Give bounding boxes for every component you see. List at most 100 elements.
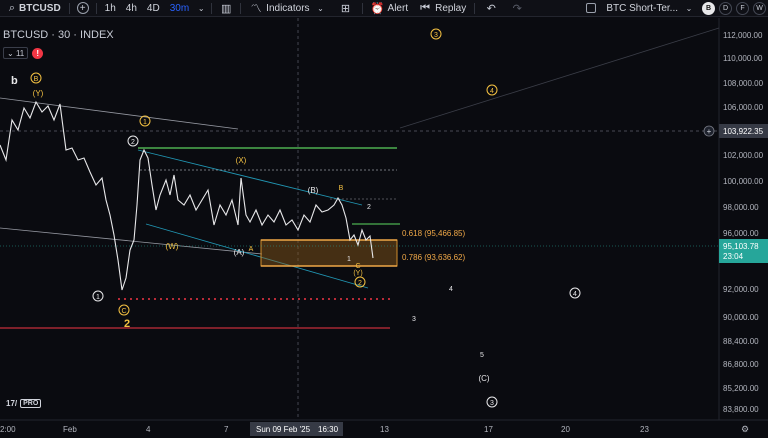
wave-label-C-paren[interactable]: (C) (478, 374, 489, 383)
wave-label-1-circ-low[interactable]: 1 (96, 294, 100, 301)
indicators-label: Indicators (266, 2, 310, 14)
layout-name: BTC Short-Ter... (606, 2, 678, 14)
wave-label-B-paren[interactable]: (B) (308, 186, 319, 195)
wave-label-1-circ-top[interactable]: 1 (143, 119, 147, 126)
badge-w[interactable]: W (753, 1, 766, 15)
replay-icon: ⏮ (420, 1, 431, 14)
wave-label-b[interactable]: b (11, 75, 18, 87)
wave-label-Y-paren-2[interactable]: (Y) (353, 270, 362, 277)
wave-label-B[interactable]: B (339, 185, 344, 192)
wave-label-3-circ-top[interactable]: 3 (434, 32, 438, 39)
price-label: 90,000.00 (723, 313, 759, 322)
indicator-toggle[interactable]: ⌄ 11 ! (3, 47, 44, 59)
wave-label-2-small[interactable]: 2 (367, 204, 371, 211)
price-label: 102,000.00 (723, 151, 764, 160)
time-label: 7 (224, 425, 229, 434)
timeframe-30m[interactable]: 30m (165, 0, 194, 16)
wave-label-C-circ[interactable]: C (121, 308, 126, 315)
wave-label-A-paren[interactable]: (A) (234, 248, 245, 257)
warning-icon[interactable]: ! (32, 47, 44, 59)
timeframe-1h[interactable]: 1h (100, 0, 121, 16)
price-label: 98,000.00 (723, 203, 759, 212)
timeframe-4d[interactable]: 4D (142, 0, 165, 16)
price-label: 88,400.00 (723, 337, 759, 346)
undo-icon[interactable]: ↶ (484, 1, 498, 15)
layout-selector[interactable]: BTC Short-Ter... ⌄ (582, 1, 700, 15)
trendline-faint[interactable] (399, 27, 720, 129)
time-label: 2:00 (0, 425, 16, 434)
tv-logo-icon: 17/ (6, 399, 18, 408)
badge-f[interactable]: F (736, 1, 749, 15)
price-label: 106,000.00 (723, 103, 764, 112)
wave-label-Y-paren[interactable]: (Y) (33, 89, 44, 98)
time-label: 4 (146, 425, 151, 434)
badge-d[interactable]: D (719, 1, 732, 15)
wave-label-4-small[interactable]: 4 (449, 286, 453, 293)
candles-icon[interactable]: ▥ (219, 1, 233, 15)
wave-label-4-circ-top[interactable]: 4 (490, 88, 494, 95)
wave-label-3-small[interactable]: 3 (412, 316, 416, 323)
price-label: 96,000.00 (723, 229, 759, 238)
top-toolbar: ⌕ BTCUSD + 1h 4h 4D 30m ⌄ ▥ 〽 Indicators… (0, 0, 768, 17)
add-symbol-icon[interactable]: + (76, 2, 89, 14)
wave-label-B-circ[interactable]: B (34, 76, 39, 83)
price-label: 108,000.00 (723, 79, 764, 88)
wave-label-A[interactable]: A (249, 246, 254, 253)
chart-canvas[interactable]: 0.618 (95,466.85) 0.786 (93,636.62) b B … (0, 18, 768, 438)
wave-label-2-circ[interactable]: 2 (131, 139, 135, 146)
time-axis[interactable]: 2:00 Feb 4 7 Sun 09 Feb '25 16:30 13 17 … (0, 422, 749, 436)
crosshair-clock: 16:30 (318, 425, 339, 434)
alert-button[interactable]: ⏰ Alert (366, 0, 414, 16)
price-label: 110,000.00 (723, 54, 763, 63)
trendline-lower[interactable] (0, 227, 263, 255)
time-label: 20 (561, 425, 570, 434)
last-price: 95,103.78 (723, 242, 759, 251)
search-icon: ⌕ (8, 1, 16, 14)
wave-label-1-small[interactable]: 1 (347, 256, 351, 263)
redo-icon[interactable]: ↷ (510, 1, 524, 15)
wave-label-W-paren[interactable]: (W) (166, 242, 179, 251)
layout-checkbox[interactable] (586, 3, 597, 13)
badge-b[interactable]: B (702, 1, 715, 15)
wave-label-C[interactable]: C (355, 263, 360, 270)
fib-786-label: 0.786 (93,636.62) (402, 253, 465, 262)
chevron-down-icon[interactable]: ⌄ (194, 1, 208, 15)
chevron-down-icon: ⌄ (317, 3, 324, 13)
indicator-count-value: 11 (15, 48, 25, 58)
time-label: 13 (380, 425, 389, 434)
price-label: 92,000.00 (723, 285, 759, 294)
symbol-search[interactable]: ⌕ BTCUSD (0, 0, 66, 16)
chart-pane[interactable]: 0.618 (95,466.85) 0.786 (93,636.62) b B … (0, 18, 768, 438)
wave-label-X-paren[interactable]: (X) (236, 156, 247, 165)
replay-button[interactable]: ⏮ Replay (413, 0, 471, 16)
chevron-down-icon: ⌄ (685, 3, 693, 13)
crosshair-date: Sun 09 Feb '25 (256, 425, 311, 434)
price-label: 100,000.00 (723, 177, 764, 186)
crosshair-price: 103,922.35 (723, 127, 764, 136)
wave-label-2-big[interactable]: 2 (124, 318, 130, 330)
price-label: 85,200.00 (723, 384, 759, 393)
indicators-button[interactable]: 〽 Indicators ⌄ (244, 0, 332, 16)
alarm-icon: ⏰ (370, 2, 385, 15)
fib-618-label: 0.618 (95,466.85) (402, 229, 465, 238)
wave-label-4-circ-right[interactable]: 4 (573, 291, 577, 298)
indicators-icon: 〽 (250, 3, 262, 15)
indicator-count[interactable]: ⌄ 11 (3, 47, 29, 59)
tradingview-logo[interactable]: 17/ PRO (6, 399, 42, 408)
timeframe-4h[interactable]: 4h (121, 0, 142, 16)
price-label: 86,800.00 (723, 360, 759, 369)
symbol-label: BTCUSD (19, 2, 61, 14)
wave-label-3-circ-bottom[interactable]: 3 (490, 400, 494, 407)
settings-icon[interactable]: ⚙ (741, 424, 749, 434)
replay-label: Replay (435, 2, 467, 14)
price-label: 83,800.00 (723, 405, 759, 414)
wave-label-2-circ-low[interactable]: 2 (358, 280, 362, 287)
price-label: 112,000.00 (723, 31, 763, 40)
time-label: 17 (484, 425, 493, 434)
layout-grid-icon[interactable]: ⊞ (339, 1, 353, 15)
chart-legend-title[interactable]: BTCUSD · 30 · INDEX (3, 29, 114, 41)
fib-zone[interactable] (260, 239, 398, 267)
wave-label-5-small[interactable]: 5 (480, 352, 484, 359)
countdown: 23:04 (723, 252, 744, 261)
channel-upper[interactable] (137, 149, 363, 206)
